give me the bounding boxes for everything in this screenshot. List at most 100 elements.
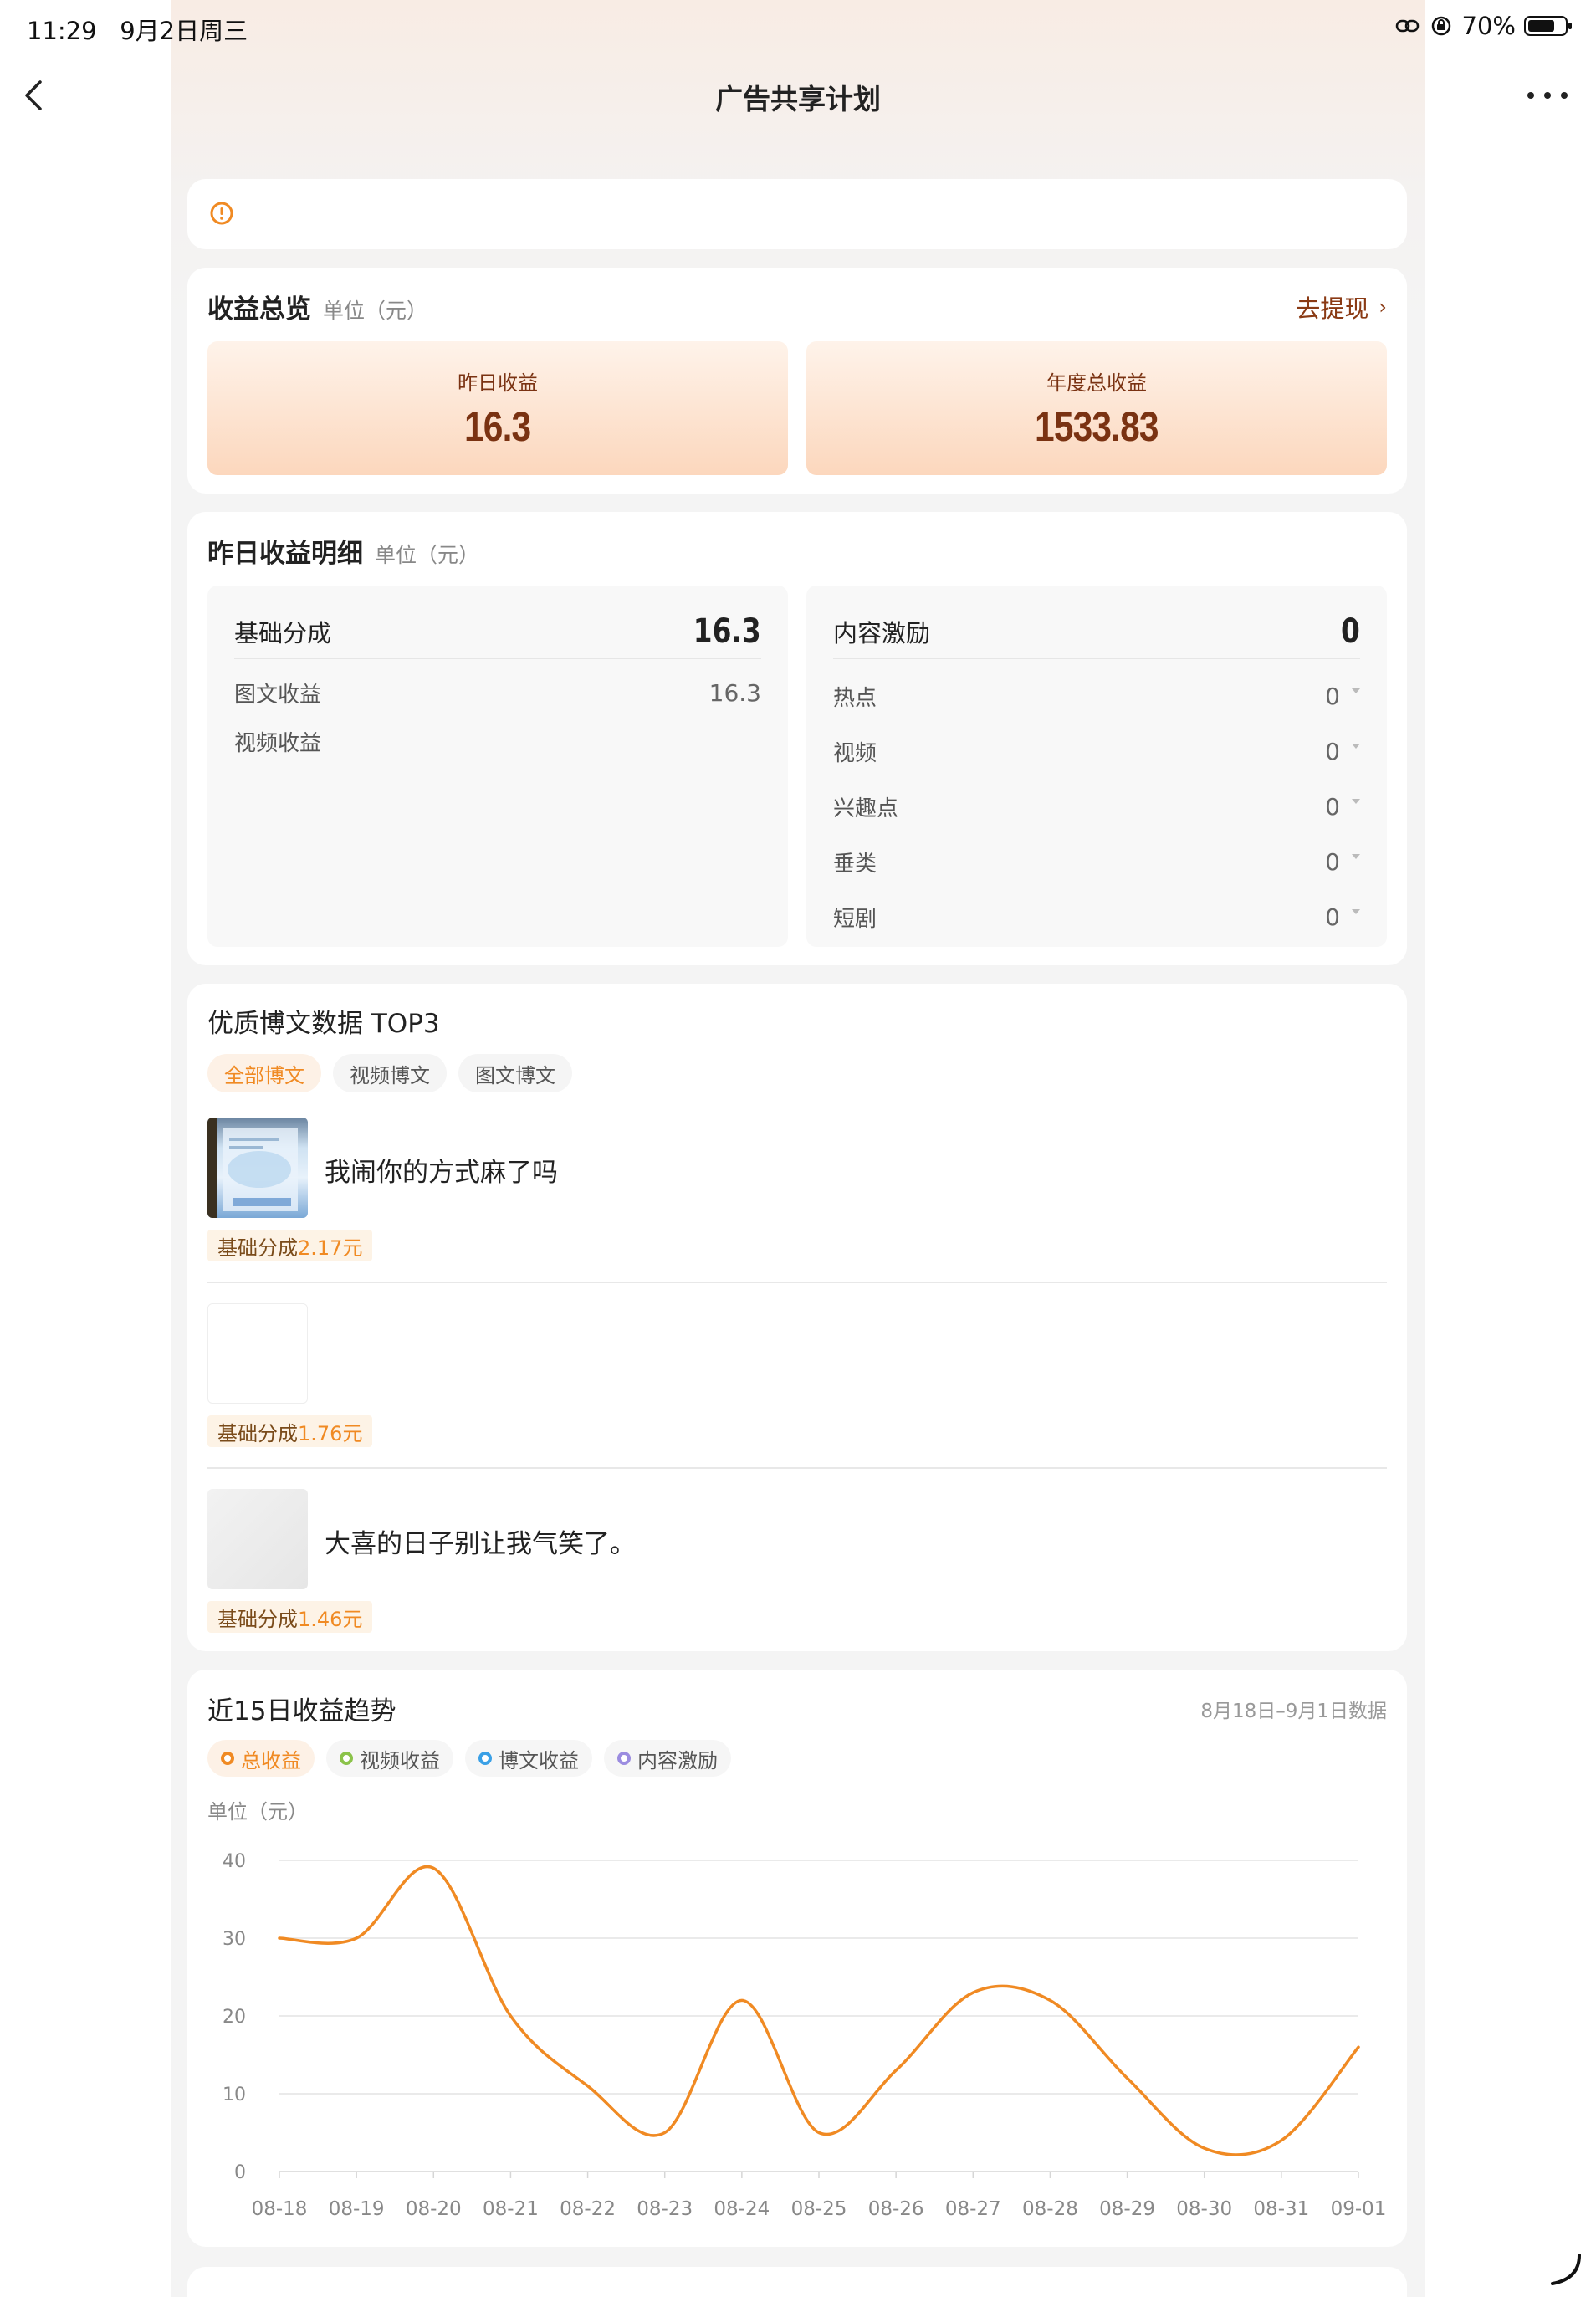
post-thumbnail [207, 1489, 308, 1589]
x-tick-label: 08-18 [252, 2198, 308, 2220]
overview-unit: 单位（元） [323, 299, 428, 323]
thumbnail-image [207, 1118, 298, 1218]
x-tick-label: 08-30 [1176, 2198, 1232, 2220]
battery-percent: 70% [1461, 12, 1516, 40]
incentive-value: 0 [1341, 611, 1360, 651]
y-tick-label: 0 [234, 2162, 246, 2183]
base-row-article: 图文收益 16.3 [234, 679, 761, 708]
yesterday-income-label: 昨日收益 [458, 371, 538, 395]
post-item[interactable]: 我闹你的方式麻了吗 基础分成 2.17元 [207, 1118, 1387, 1268]
trend-card: 近15日收益趋势 8月18日–9月1日数据 总收益 视频收益 博文收益 内容激励… [187, 1670, 1407, 2247]
top3-title: 优质博文数据 TOP3 [207, 1009, 440, 1039]
tab-article-posts[interactable]: 图文博文 [458, 1054, 572, 1092]
x-tick-label: 08-28 [1022, 2198, 1078, 2220]
incentive-row[interactable]: 短剧 0 [833, 902, 1360, 933]
top3-tabs: 全部博文 视频博文 图文博文 [207, 1054, 572, 1092]
legend-video-income[interactable]: 视频收益 [326, 1740, 453, 1777]
caret-down-icon [1352, 853, 1360, 859]
x-tick-label: 08-25 [791, 2198, 847, 2220]
status-icons: 70% [1395, 12, 1572, 40]
tab-video-posts[interactable]: 视频博文 [333, 1054, 447, 1092]
x-tick-label: 08-24 [714, 2198, 770, 2220]
annual-income-box: 年度总收益 1533.83 [806, 341, 1387, 475]
caret-down-icon [1352, 688, 1360, 693]
caret-down-icon [1352, 798, 1360, 804]
back-icon[interactable] [17, 77, 50, 114]
rotation-lock-icon [1431, 16, 1450, 36]
incentive-row[interactable]: 兴趣点 0 [833, 791, 1360, 822]
overview-title: 收益总览 单位（元） [207, 294, 428, 325]
divider [207, 1467, 1387, 1469]
yesterday-income-box: 昨日收益 16.3 [207, 341, 788, 475]
legend-dot-icon [617, 1752, 631, 1765]
y-tick-label: 40 [223, 1851, 246, 1872]
y-tick-label: 20 [223, 2007, 246, 2028]
overview-card: 收益总览 单位（元） 去提现 › 昨日收益 16.3 年度总收益 1533.83 [187, 268, 1407, 494]
chevron-right-icon: › [1379, 295, 1387, 319]
base-row-video: 视频收益 [234, 731, 322, 756]
trend-range: 8月18日–9月1日数据 [1200, 1701, 1387, 1722]
earnings-badge: 基础分成 1.76元 [207, 1415, 373, 1447]
battery-icon [1524, 16, 1572, 36]
page-title: 广告共享计划 [715, 83, 881, 115]
base-share-value: 16.3 [693, 611, 761, 651]
withdraw-button[interactable]: 去提现 › [1296, 289, 1387, 325]
notice-card[interactable] [187, 179, 1407, 249]
status-time: 11:29 9月2日周三 [27, 12, 248, 47]
chart-unit-label: 单位（元） [207, 1800, 308, 1824]
corner-gesture-icon [1551, 2254, 1581, 2285]
x-tick-label: 08-21 [483, 2198, 539, 2220]
incentive-row[interactable]: 垂类 0 [833, 847, 1360, 877]
caret-down-icon [1352, 743, 1360, 749]
base-share-header: 基础分成 16.3 [234, 604, 761, 659]
trend-line-chart[interactable]: 0 10 20 30 40 08-18 08-19 08-20 08-21 08-22 08-23 0… [187, 1837, 1407, 2222]
x-tick-label: 08-19 [329, 2198, 385, 2220]
page: 11:29 9月2日周三 70% 广告共享计划 收益总览 单位（元） 去提现 ›… [0, 0, 1596, 2297]
x-tick-label: 08-23 [637, 2198, 693, 2220]
annual-income-value: 1533.83 [1035, 403, 1159, 450]
incentive-row[interactable]: 热点 0 [833, 681, 1360, 712]
incentive-row[interactable]: 视频 0 [833, 736, 1360, 767]
tab-all-posts[interactable]: 全部博文 [207, 1054, 321, 1092]
clock: 11:29 [27, 17, 97, 45]
next-card [187, 2267, 1407, 2297]
annual-income-label: 年度总收益 [1046, 371, 1147, 395]
detail-title: 昨日收益明细 单位（元） [207, 539, 480, 569]
earnings-badge: 基础分成 2.17元 [207, 1230, 373, 1261]
post-title: 我闹你的方式麻了吗 [325, 1158, 558, 1188]
post-thumbnail [207, 1303, 308, 1404]
x-tick-label: 08-20 [406, 2198, 462, 2220]
legend-dot-icon [340, 1752, 353, 1765]
incentive-header: 内容激励 0 [833, 604, 1360, 659]
y-tick-label: 30 [223, 1929, 246, 1950]
earnings-badge: 基础分成 1.46元 [207, 1601, 373, 1633]
post-item[interactable]: 基础分成 1.76元 [207, 1303, 1387, 1454]
alert-icon [210, 202, 233, 225]
base-share-box: 基础分成 16.3 图文收益 16.3 视频收益 [207, 586, 788, 947]
legend-post-income[interactable]: 博文收益 [465, 1740, 592, 1777]
caret-down-icon [1352, 908, 1360, 914]
x-tick-label: 08-26 [868, 2198, 924, 2220]
legend-total-income[interactable]: 总收益 [207, 1740, 315, 1777]
post-thumbnail [207, 1118, 308, 1218]
x-tick-label: 09-01 [1331, 2198, 1387, 2220]
detail-unit: 单位（元） [375, 543, 480, 567]
divider [207, 1282, 1387, 1283]
post-title: 大喜的日子别让我气笑了。 [325, 1529, 636, 1559]
yesterday-income-value: 16.3 [464, 403, 531, 450]
legend-dot-icon [478, 1752, 492, 1765]
incentive-box: 内容激励 0 热点 0 视频 0 兴趣点 0 垂类 0 短剧 0 [806, 586, 1387, 947]
x-tick-label: 08-27 [945, 2198, 1001, 2220]
link-icon [1395, 19, 1419, 33]
series-line-total [278, 1865, 1360, 2156]
post-item[interactable]: 大喜的日子别让我气笑了。 基础分成 1.46元 [207, 1489, 1387, 1640]
x-tick-label: 08-29 [1099, 2198, 1155, 2220]
trend-title: 近15日收益趋势 [207, 1696, 396, 1727]
more-icon[interactable] [1524, 80, 1571, 110]
detail-card: 昨日收益明细 单位（元） 基础分成 16.3 图文收益 16.3 视频收益 内容激… [187, 512, 1407, 965]
trend-legend: 总收益 视频收益 博文收益 内容激励 [207, 1740, 731, 1777]
top3-card: 优质博文数据 TOP3 全部博文 视频博文 图文博文 我闹你的方式麻了吗 基础分… [187, 984, 1407, 1651]
status-date: 9月2日周三 [120, 17, 248, 45]
legend-content-incentive[interactable]: 内容激励 [604, 1740, 731, 1777]
legend-dot-icon [221, 1752, 234, 1765]
